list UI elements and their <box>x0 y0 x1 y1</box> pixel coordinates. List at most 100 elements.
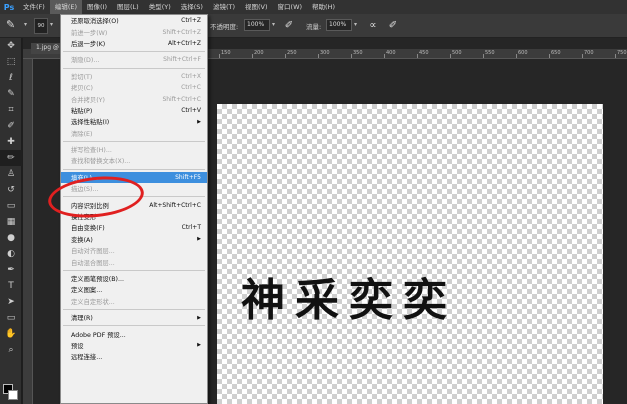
edit-menu-item[interactable]: 变换(A) ▶ <box>61 234 207 245</box>
edit-menu-item[interactable]: 定义图案... <box>61 284 207 295</box>
ruler-label: 600 <box>518 50 528 56</box>
quick-select-tool-icon[interactable]: ✎ <box>0 86 22 102</box>
ruler-tick <box>351 54 352 58</box>
brush-preset-icon[interactable]: ✎ <box>6 18 22 34</box>
ruler-label: 200 <box>254 50 264 56</box>
edit-menu-item[interactable]: 选择性粘贴(I) ▶ <box>61 116 207 127</box>
hand-tool-icon[interactable]: ✋ <box>0 326 22 342</box>
menu-item-shortcut: Ctrl+T <box>181 224 201 232</box>
menu-item-label: 合并拷贝(Y) <box>71 96 105 104</box>
edit-menu-item: 自动混合图层... <box>61 256 207 267</box>
blur-tool-icon[interactable]: ● <box>0 230 22 246</box>
zoom-tool-icon[interactable]: ⌕ <box>0 342 22 358</box>
photoshop-logo: Ps <box>3 2 15 12</box>
ruler-tick <box>285 54 286 58</box>
ruler-label: 750 <box>617 50 627 56</box>
menu-item[interactable]: 滤镜(T) <box>208 0 240 14</box>
history-brush-tool-icon[interactable]: ↺ <box>0 182 22 198</box>
lasso-tool-icon[interactable]: ℓ <box>0 70 22 86</box>
edit-menu-item: 查找和替换文本(X)... <box>61 155 207 166</box>
submenu-arrow-icon: ▶ <box>197 314 201 321</box>
crop-tool-icon[interactable]: ⌗ <box>0 102 22 118</box>
menu-item[interactable]: 选择(S) <box>176 0 208 14</box>
menu-item-label: 变换(A) <box>71 236 93 244</box>
edit-menu-item[interactable]: 清理(R) ▶ <box>61 312 207 323</box>
edit-menu-item[interactable]: 内容识别比例 Alt+Shift+Ctrl+C <box>61 199 207 210</box>
chevron-down-icon[interactable]: ▾ <box>24 21 27 28</box>
menu-item[interactable]: 编辑(E) <box>49 0 82 14</box>
eyedropper-tool-icon[interactable]: ✐ <box>0 118 22 134</box>
menu-item[interactable]: 文件(F) <box>18 0 50 14</box>
menu-item-label: 清理(R) <box>71 315 93 323</box>
submenu-arrow-icon: ▶ <box>197 342 201 349</box>
menu-item-label: 后退一步(K) <box>71 40 106 48</box>
opacity-field[interactable]: 100% <box>244 19 270 31</box>
menu-item-label: 粘贴(P) <box>71 107 93 115</box>
menu-item[interactable]: 视图(V) <box>240 0 273 14</box>
menu-item-label: 清除(E) <box>71 130 93 138</box>
pen-tool-icon[interactable]: ✒ <box>0 262 22 278</box>
menu-item[interactable]: 窗口(W) <box>273 0 308 14</box>
stamp-tool-icon[interactable]: ♙ <box>0 166 22 182</box>
background-color-swatch[interactable] <box>8 390 18 400</box>
menu-item-label: 预设 <box>71 342 84 350</box>
canvas-text: 神采奕奕 <box>241 275 457 326</box>
edit-menu-item[interactable]: 操控变形 <box>61 211 207 222</box>
edit-menu-item[interactable]: 自由变换(F) Ctrl+T <box>61 222 207 233</box>
tools-panel: ✥ ⬚ ℓ ✎ ⌗ ✐ ✚ ✏ ♙ ↺ ▭ ▦ ● ◐ ✒ T ➤ ▭ ✋ ⌕ <box>0 38 22 404</box>
menu-separator <box>63 140 205 142</box>
shape-tool-icon[interactable]: ▭ <box>0 310 22 326</box>
edit-menu-item[interactable]: 预设 ▶ <box>61 340 207 351</box>
edit-menu-item[interactable]: 填充(L)... Shift+F5 <box>61 171 207 184</box>
menu-item-label: 剪切(T) <box>71 73 93 81</box>
eraser-tool-icon[interactable]: ▭ <box>0 198 22 214</box>
ruler-tick <box>582 54 583 58</box>
ruler-tick <box>450 54 451 58</box>
edit-menu-item[interactable]: 粘贴(P) Ctrl+V <box>61 105 207 116</box>
pressure-size-icon[interactable]: ✐ <box>386 19 400 33</box>
ruler-label: 150 <box>221 50 231 56</box>
menu-item[interactable]: 图层(L) <box>112 0 144 14</box>
tool-list: ✥ ⬚ ℓ ✎ ⌗ ✐ ✚ ✏ ♙ ↺ ▭ ▦ ● ◐ ✒ T ➤ ▭ ✋ ⌕ <box>0 38 22 358</box>
menu-item-shortcut: Shift+Ctrl+F <box>163 56 201 64</box>
ruler-label: 500 <box>452 50 462 56</box>
menu-item[interactable]: 图像(I) <box>82 0 112 14</box>
airbrush-icon[interactable]: ∝ <box>366 19 380 33</box>
path-select-tool-icon[interactable]: ➤ <box>0 294 22 310</box>
edit-menu-item[interactable]: 定义画笔预设(B)... <box>61 273 207 284</box>
menu-item-label: 自由变换(F) <box>71 225 105 233</box>
marquee-tool-icon[interactable]: ⬚ <box>0 54 22 70</box>
canvas[interactable]: 神采奕奕 <box>217 104 603 404</box>
ruler-label: 400 <box>386 50 396 56</box>
flow-field[interactable]: 100% <box>326 19 352 31</box>
menu-item-label: 远程连接... <box>71 354 103 362</box>
type-tool-icon[interactable]: T <box>0 278 22 294</box>
healing-tool-icon[interactable]: ✚ <box>0 134 22 150</box>
gradient-tool-icon[interactable]: ▦ <box>0 214 22 230</box>
edit-menu-item: 合并拷贝(Y) Shift+Ctrl+C <box>61 93 207 104</box>
menu-item-label: 自动混合图层... <box>71 259 115 267</box>
ruler-tick <box>318 54 319 58</box>
edit-menu-item[interactable]: 还原取消选择(O) Ctrl+Z <box>61 15 207 26</box>
edit-menu-item[interactable]: Adobe PDF 预设... <box>61 328 207 339</box>
edit-menu-item[interactable]: 远程连接... <box>61 351 207 362</box>
pressure-opacity-icon[interactable]: ✐ <box>282 19 296 33</box>
menu-item-shortcut: Ctrl+X <box>181 72 201 80</box>
brush-size-picker[interactable]: 90 <box>34 18 48 34</box>
ruler-tick <box>417 54 418 58</box>
menu-item-label: Adobe PDF 预设... <box>71 331 126 339</box>
move-tool-icon[interactable]: ✥ <box>0 38 22 54</box>
menu-item[interactable]: 帮助(H) <box>307 0 340 14</box>
opacity-label: 不透明度: <box>210 23 239 31</box>
menu-separator <box>63 168 205 170</box>
brush-tool-icon[interactable]: ✏ <box>0 150 22 166</box>
menu-item-label: 选择性粘贴(I) <box>71 119 110 127</box>
menu-separator <box>63 269 205 271</box>
dodge-tool-icon[interactable]: ◐ <box>0 246 22 262</box>
chevron-down-icon[interactable]: ▾ <box>50 21 53 28</box>
edit-menu-item[interactable]: 后退一步(K) Alt+Ctrl+Z <box>61 38 207 49</box>
menu-item[interactable]: 类型(Y) <box>144 0 176 14</box>
edit-menu-item: 渐隐(D)... Shift+Ctrl+F <box>61 54 207 65</box>
chevron-down-icon[interactable]: ▾ <box>272 21 275 28</box>
chevron-down-icon[interactable]: ▾ <box>354 21 357 28</box>
